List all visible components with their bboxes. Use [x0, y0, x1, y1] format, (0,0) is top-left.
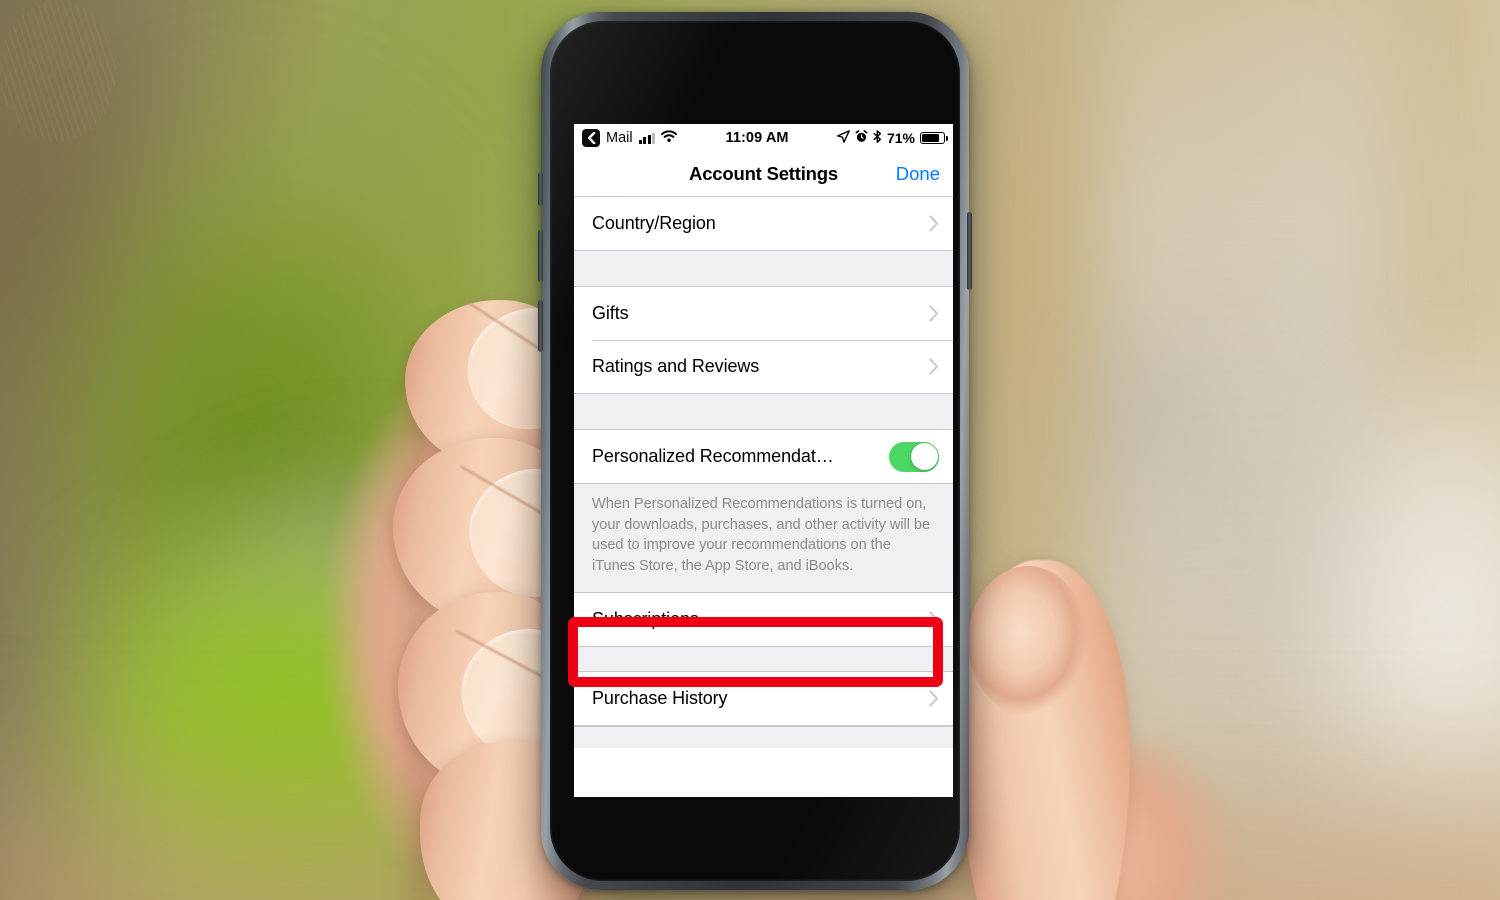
navigation-bar: Account Settings Done [574, 152, 953, 196]
phone-bezel: Mail 11:09 AM 71% Account Settings Done … [550, 21, 960, 881]
section-gap [574, 647, 953, 671]
volume-up-button[interactable] [538, 230, 543, 282]
alarm-clock-icon [855, 129, 868, 147]
settings-table: Country/Region Gifts Ratings and Reviews… [574, 196, 953, 748]
thumbprint-ridges [0, 0, 116, 142]
list-item-ratings-and-reviews[interactable]: Ratings and Reviews [574, 340, 953, 393]
done-button[interactable]: Done [896, 163, 940, 185]
power-button[interactable] [967, 212, 972, 290]
location-arrow-icon [837, 129, 850, 147]
section-recommendations: Personalized Recommendat… [574, 429, 953, 484]
list-item-subscriptions[interactable]: Subscriptions [574, 593, 953, 646]
status-bar-left: Mail [582, 129, 678, 147]
chevron-left-icon[interactable] [582, 129, 600, 147]
table-bottom-spacer [574, 726, 953, 748]
toggle-knob [910, 443, 938, 470]
status-bar: Mail 11:09 AM 71% [574, 124, 953, 152]
battery-icon [920, 132, 949, 144]
list-item-label: Gifts [592, 303, 629, 323]
chevron-right-icon [929, 358, 939, 375]
status-bar-right: 71% [837, 129, 949, 147]
personalized-recommendations-toggle[interactable] [889, 441, 939, 472]
battery-percent-label: 71% [886, 130, 915, 146]
section-gap [574, 394, 953, 429]
list-item-label: Subscriptions [592, 609, 699, 629]
volume-down-button[interactable] [538, 300, 543, 352]
thumb-tip [968, 566, 1088, 716]
list-item-personalized-recommendations[interactable]: Personalized Recommendat… [574, 430, 953, 483]
section-purchases: Purchase History [574, 671, 953, 726]
section-subscriptions: Subscriptions [574, 592, 953, 647]
cellular-signal-icon [638, 132, 656, 144]
page-title: Account Settings [689, 163, 838, 184]
section-footer-text: When Personalized Recommendations is tur… [574, 484, 953, 592]
section-store: Gifts Ratings and Reviews [574, 286, 953, 394]
chevron-right-icon [929, 305, 939, 322]
chevron-right-icon [929, 611, 939, 628]
section-country: Country/Region [574, 196, 953, 251]
status-bar-time: 11:09 AM [725, 130, 789, 146]
smartphone-device: Mail 11:09 AM 71% Account Settings Done … [538, 12, 972, 890]
chevron-right-icon [929, 690, 939, 707]
list-item-label: Ratings and Reviews [592, 356, 760, 376]
list-item-country-region[interactable]: Country/Region [574, 197, 953, 250]
list-item-purchase-history[interactable]: Purchase History [574, 672, 953, 725]
mute-switch[interactable] [538, 172, 543, 206]
section-gap [574, 251, 953, 286]
list-item-label: Purchase History [592, 688, 728, 708]
list-item-label: Country/Region [592, 213, 716, 233]
phone-screen: Mail 11:09 AM 71% Account Settings Done … [574, 124, 953, 797]
bluetooth-icon [873, 129, 882, 147]
chevron-right-icon [929, 215, 939, 232]
list-item-label: Personalized Recommendat… [592, 446, 834, 466]
list-item-gifts[interactable]: Gifts [574, 287, 953, 340]
back-app-label[interactable]: Mail [606, 130, 633, 146]
wifi-icon [661, 130, 678, 146]
